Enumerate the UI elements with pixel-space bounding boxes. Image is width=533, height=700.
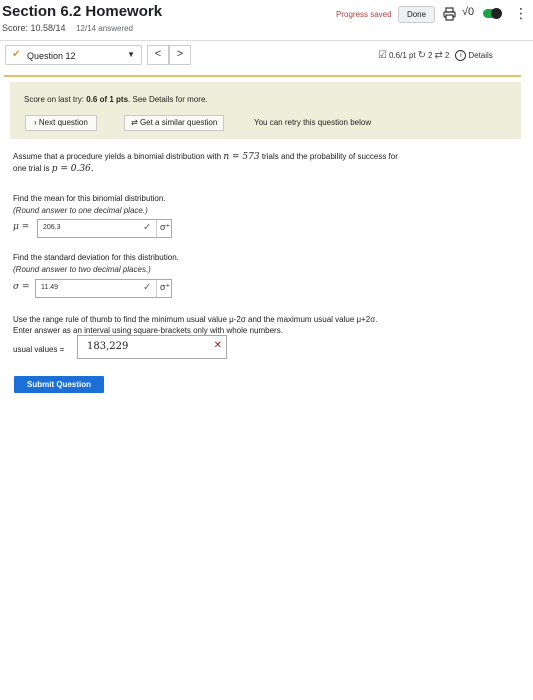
attempts-count: 2 bbox=[444, 51, 450, 60]
attempts-icon: ⇄ bbox=[434, 50, 443, 61]
next-question-button[interactable]: › Next question bbox=[25, 115, 97, 131]
checkmark-icon: ✓ bbox=[143, 222, 152, 233]
next-question-label: Next question bbox=[38, 118, 88, 127]
symbol-picker-icon[interactable]: σ⁺ bbox=[160, 222, 170, 233]
intro-text-b: trials and the probability of success fo… bbox=[261, 152, 398, 161]
incorrect-x-icon: ✕ bbox=[213, 340, 222, 351]
question-navigation: ✔ Question 12 ▼ < > ☑ 0.6/1 pt ↻ 2 ⇄ 2 i… bbox=[0, 41, 533, 69]
question-divider bbox=[4, 75, 521, 77]
usual-values-answer: 183,229 bbox=[87, 341, 129, 352]
chevron-right-icon: › bbox=[34, 118, 37, 127]
mean-prompt: Find the mean for this binomial distribu… bbox=[13, 194, 166, 203]
similar-question-label: Get a similar question bbox=[139, 118, 218, 127]
intro-p-value: p = 0.36. bbox=[51, 164, 94, 174]
similar-question-button[interactable]: ⇄ Get a similar question bbox=[124, 115, 225, 131]
sd-symbol: σ = bbox=[13, 282, 30, 292]
answered-count: 12/14 answered bbox=[76, 24, 133, 33]
progress-saved-status: Progress saved bbox=[336, 10, 392, 19]
chevron-down-icon: ▼ bbox=[127, 50, 135, 59]
range-prompt-line-1: Use the range rule of thumb to find the … bbox=[13, 315, 378, 324]
question-select-label: Question 12 bbox=[27, 51, 76, 61]
math-toggle-switch[interactable] bbox=[483, 8, 502, 19]
done-button[interactable]: Done bbox=[398, 6, 435, 23]
previous-question-button[interactable]: < bbox=[147, 45, 169, 65]
question-meta: ☑ 0.6/1 pt ↻ 2 ⇄ 2 i Details bbox=[378, 50, 493, 61]
sd-prompt: Find the standard deviation for this dis… bbox=[13, 253, 179, 262]
mean-answer-input[interactable]: 206.3 ✓ σ⁺ bbox=[37, 219, 172, 238]
usual-values-label: usual values = bbox=[13, 345, 65, 354]
mean-instruction: (Round answer to one decimal place.) bbox=[13, 206, 148, 215]
sd-instruction: (Round answer to two decimal places.) bbox=[13, 265, 151, 274]
refresh-icon: ⇄ bbox=[131, 118, 138, 127]
intro-text-c: one trial is bbox=[13, 164, 50, 173]
mean-symbol: μ = bbox=[13, 222, 30, 232]
usual-values-input[interactable]: 183,229 ✕ bbox=[77, 335, 227, 359]
question-intro: Assume that a procedure yields a binomia… bbox=[13, 151, 493, 175]
next-question-arrow-button[interactable]: > bbox=[169, 45, 191, 65]
checkbox-icon: ☑ bbox=[378, 50, 387, 61]
assignment-header: Section 6.2 Homework Score: 10.58/14 12/… bbox=[0, 0, 533, 40]
retry-message: You can retry this question below bbox=[254, 118, 372, 127]
intro-n-value: n = 573 bbox=[223, 152, 260, 162]
feedback-panel: Score on last try: 0.6 of 1 pts. See Det… bbox=[10, 82, 521, 139]
symbol-picker-icon[interactable]: σ⁺ bbox=[160, 282, 170, 293]
points-text: 0.6/1 pt bbox=[388, 51, 416, 60]
math-palette-icon[interactable]: √0 bbox=[462, 6, 474, 18]
score-summary: Score: 10.58/14 12/14 answered bbox=[2, 23, 133, 33]
submit-question-button[interactable]: Submit Question bbox=[14, 376, 104, 393]
retry-icon: ↻ bbox=[417, 50, 427, 61]
score-value: 0.6 of 1 pts bbox=[86, 95, 129, 104]
more-options-icon[interactable]: ⋮ bbox=[514, 6, 528, 20]
details-link[interactable]: Details bbox=[468, 51, 492, 60]
mean-answer-value: 206.3 bbox=[43, 224, 61, 231]
page-title: Section 6.2 Homework bbox=[2, 3, 163, 20]
retries-count: 2 bbox=[428, 51, 433, 60]
input-divider bbox=[156, 220, 157, 237]
checkmark-icon: ✓ bbox=[143, 282, 152, 293]
input-divider bbox=[156, 280, 157, 297]
sd-answer-input[interactable]: 11.49 ✓ σ⁺ bbox=[35, 279, 172, 298]
intro-text-a: Assume that a procedure yields a binomia… bbox=[13, 152, 222, 161]
score-prefix: Score on last try: bbox=[24, 95, 87, 104]
score-suffix: . See Details for more. bbox=[128, 95, 208, 104]
partial-credit-check-icon: ✔ bbox=[12, 49, 21, 60]
last-try-score: Score on last try: 0.6 of 1 pts. See Det… bbox=[24, 95, 208, 104]
info-icon[interactable]: i bbox=[455, 50, 467, 61]
sd-answer-value: 11.49 bbox=[41, 284, 58, 291]
print-icon[interactable] bbox=[443, 7, 456, 21]
question-select[interactable]: ✔ Question 12 ▼ bbox=[5, 45, 142, 65]
score-text: Score: 10.58/14 bbox=[2, 23, 66, 33]
